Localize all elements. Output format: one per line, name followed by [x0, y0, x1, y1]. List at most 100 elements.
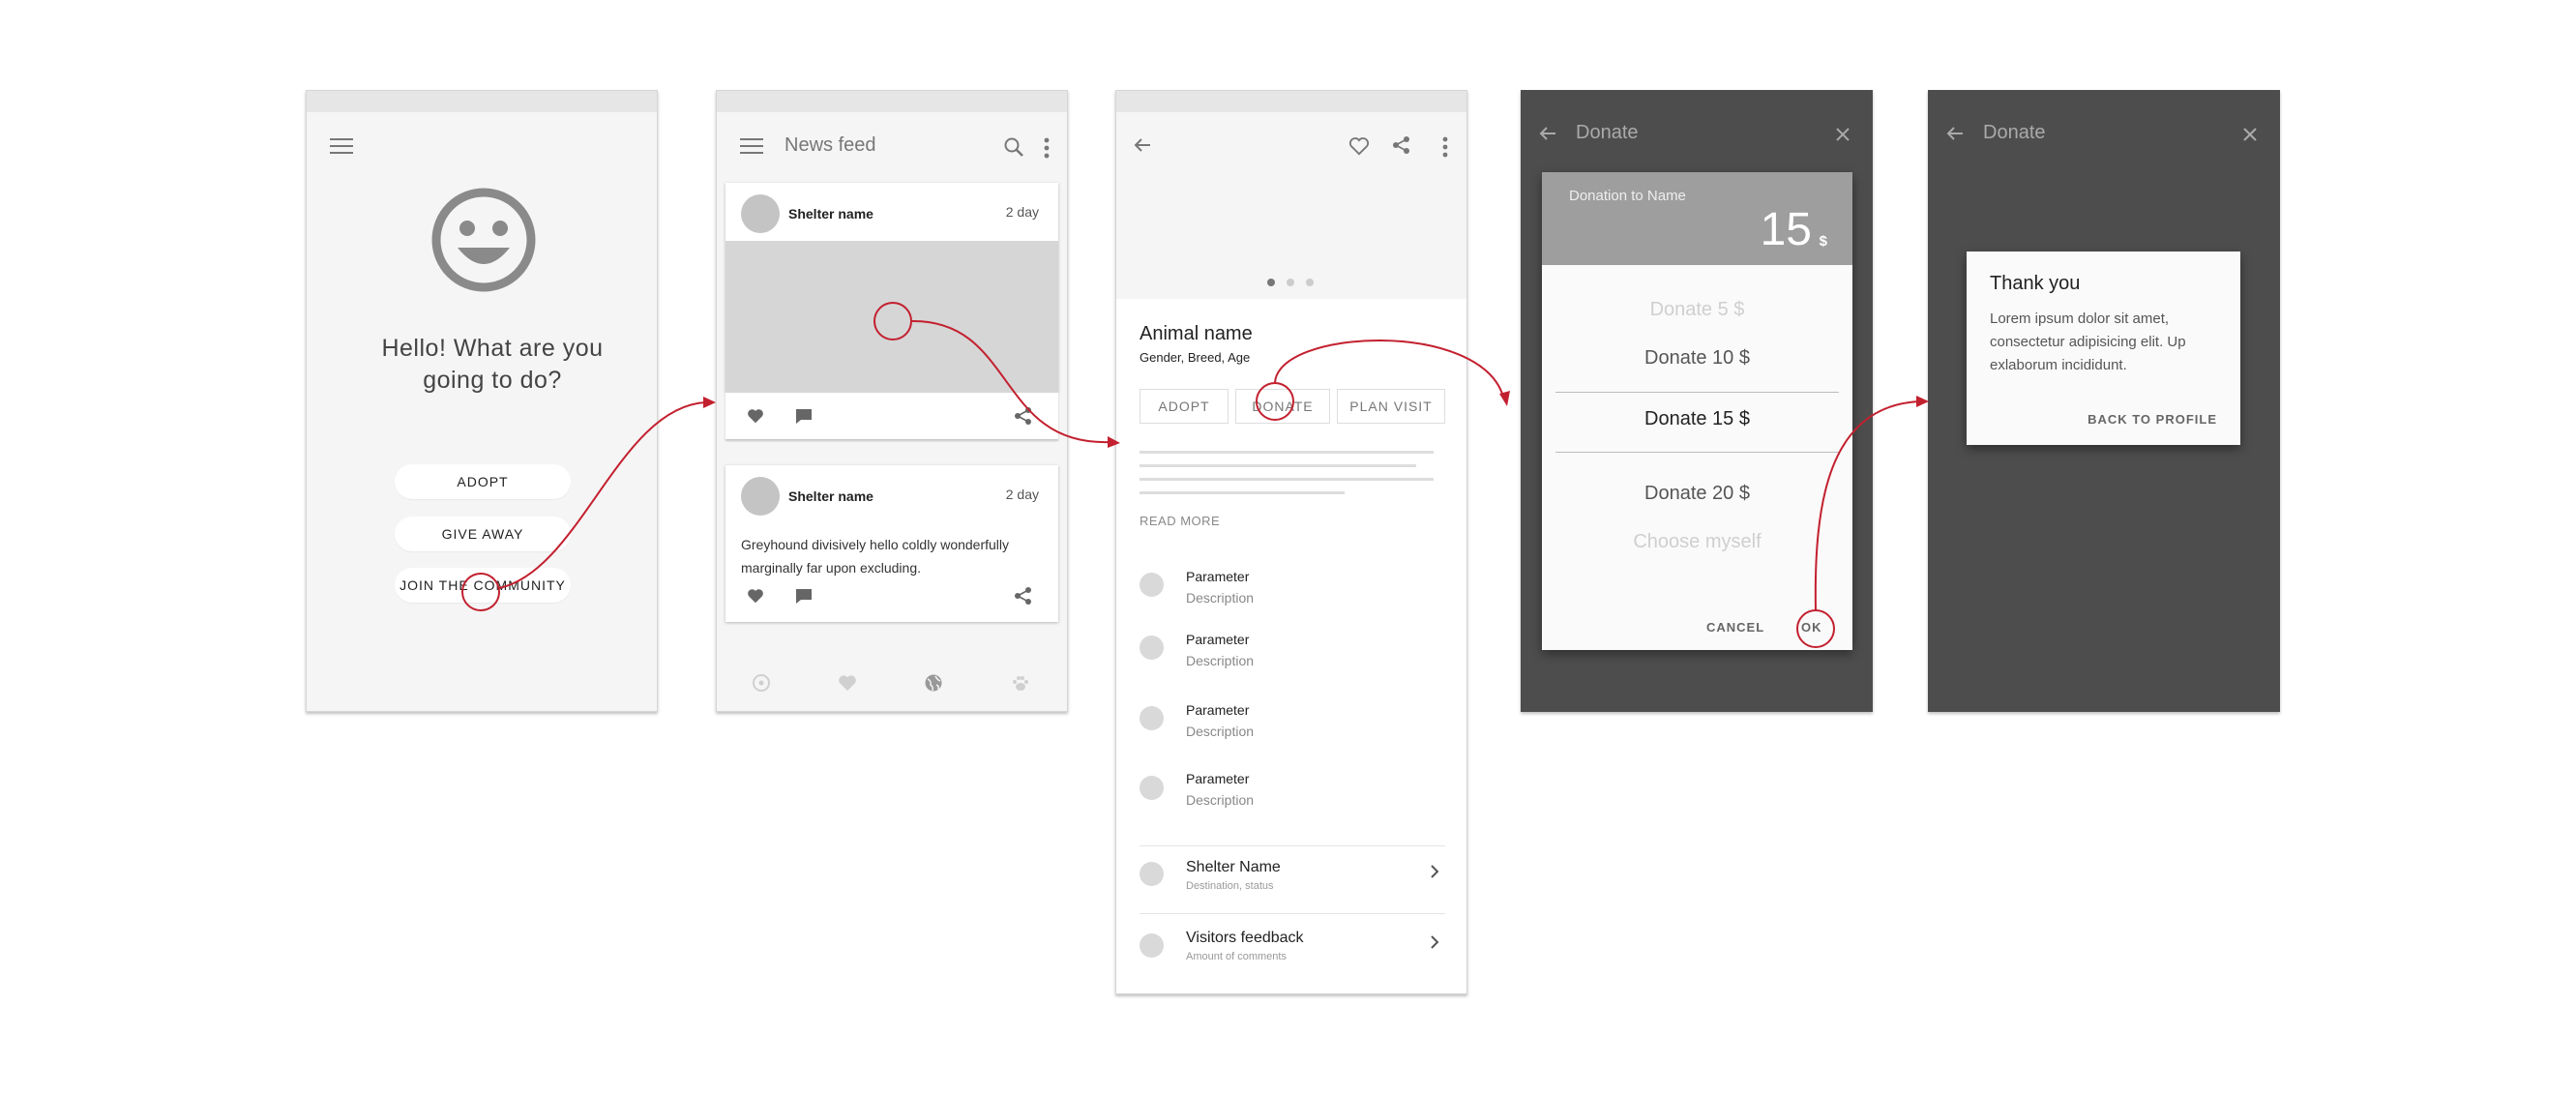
param-icon — [1140, 706, 1164, 730]
option-donate-10[interactable]: Donate 10 $ — [1542, 347, 1852, 370]
join-community-button[interactable]: JOIN THE COMMUNITY — [395, 568, 571, 603]
heart-icon[interactable] — [747, 408, 764, 424]
plan-visit-button[interactable]: PLAN VISIT — [1337, 389, 1445, 424]
carousel-dots[interactable] — [1266, 275, 1315, 292]
arrow-head — [703, 397, 716, 408]
post-age: 2 day — [1005, 487, 1039, 502]
selection-line-top — [1555, 392, 1839, 393]
screen-news-feed: News feed Shelter name 2 day Shelter nam… — [716, 90, 1068, 712]
status-bar — [717, 91, 1067, 112]
explore-icon[interactable] — [752, 673, 771, 693]
screen-animal-profile: Animal name Gender, Breed, Age ADOPT DON… — [1115, 90, 1467, 994]
screen-welcome: Hello! What are you going to do? ADOPT G… — [306, 90, 658, 712]
comment-icon[interactable] — [795, 588, 813, 605]
card-actions — [725, 393, 1058, 439]
text-line — [1140, 491, 1345, 494]
avatar — [741, 194, 780, 233]
menu-icon[interactable] — [330, 137, 353, 155]
shelter-link-row[interactable]: Shelter Name Destination, status — [1116, 846, 1466, 916]
animal-name: Animal name — [1140, 323, 1253, 344]
menu-icon[interactable] — [740, 137, 763, 155]
back-arrow-icon[interactable] — [1134, 137, 1151, 153]
arrow-head — [1499, 391, 1510, 406]
ok-button[interactable]: OK — [1801, 620, 1822, 635]
share-icon[interactable] — [1014, 406, 1033, 426]
text-line — [1140, 478, 1434, 481]
param-title: Parameter — [1186, 569, 1250, 584]
share-icon[interactable] — [1392, 135, 1411, 155]
feedback-link-sub: Amount of comments — [1186, 951, 1287, 962]
dialog-header-title: Donation to Name — [1569, 188, 1686, 204]
post-image[interactable] — [725, 241, 1058, 396]
page-title: News feed — [785, 134, 876, 156]
read-more-link[interactable]: READ MORE — [1140, 514, 1220, 528]
option-donate-5[interactable]: Donate 5 $ — [1542, 299, 1852, 321]
status-bar — [307, 91, 657, 112]
heart-outline-icon[interactable] — [1348, 136, 1370, 156]
cancel-button[interactable]: CANCEL — [1706, 620, 1764, 635]
param-title: Parameter — [1186, 632, 1250, 647]
greeting-text: Hello! What are you going to do? — [381, 335, 604, 394]
give-away-button[interactable]: GIVE AWAY — [395, 517, 571, 551]
globe-icon[interactable] — [924, 673, 943, 693]
shelter-link-title: Shelter Name — [1186, 859, 1281, 875]
donate-button[interactable]: DONATE — [1235, 389, 1330, 424]
text-line — [1140, 451, 1434, 454]
chevron-right-icon[interactable] — [1430, 934, 1439, 950]
param-desc: Description — [1186, 724, 1255, 739]
param-desc: Description — [1186, 590, 1255, 606]
back-arrow-icon[interactable] — [1946, 126, 1964, 141]
param-title: Parameter — [1186, 702, 1250, 718]
favorite-icon[interactable] — [838, 674, 857, 692]
option-donate-20[interactable]: Donate 20 $ — [1542, 483, 1852, 505]
feedback-link-row[interactable]: Visitors feedback Amount of comments — [1116, 914, 1466, 984]
param-icon — [1140, 776, 1164, 800]
param-desc: Description — [1186, 792, 1255, 808]
param-icon — [1140, 573, 1164, 597]
description-text — [1140, 451, 1439, 509]
status-bar — [1116, 91, 1466, 112]
avatar — [741, 477, 780, 516]
screen-thank-you: Donate Thank you Lorem ipsum dolor sit a… — [1928, 90, 2280, 712]
comment-icon[interactable] — [795, 408, 813, 425]
option-choose-myself[interactable]: Choose myself — [1542, 531, 1852, 553]
dialog-title: Thank you — [1990, 273, 2081, 294]
heart-icon[interactable] — [747, 588, 764, 604]
adopt-button[interactable]: ADOPT — [1140, 389, 1229, 424]
feedback-link-title: Visitors feedback — [1186, 930, 1304, 946]
post-text: Greyhound divisively hello coldly wonder… — [741, 537, 1010, 576]
close-icon[interactable] — [1835, 127, 1851, 142]
thank-you-dialog: Thank you Lorem ipsum dolor sit amet, co… — [1967, 251, 2240, 445]
selection-line-bottom — [1555, 452, 1839, 453]
post-age: 2 day — [1005, 204, 1039, 220]
screen-donate: Donate Donation to Name 15 $ Donate 5 $ … — [1521, 90, 1873, 712]
param-icon — [1140, 636, 1164, 660]
feed-card[interactable]: Shelter name 2 day — [725, 183, 1058, 396]
chevron-right-icon[interactable] — [1430, 864, 1439, 879]
search-icon[interactable] — [1003, 136, 1024, 158]
dialog-text: Lorem ipsum dolor sit amet, consectetur … — [1990, 310, 2186, 373]
page-title: Donate — [1983, 122, 2046, 143]
currency-symbol: $ — [1819, 233, 1827, 250]
adopt-button[interactable]: ADOPT — [395, 464, 571, 499]
back-to-profile-button[interactable]: BACK TO PROFILE — [2087, 412, 2217, 427]
animal-subtitle: Gender, Breed, Age — [1140, 350, 1251, 365]
param-desc: Description — [1186, 653, 1255, 668]
share-icon[interactable] — [1014, 586, 1033, 606]
paw-icon[interactable] — [1011, 673, 1030, 693]
back-arrow-icon[interactable] — [1539, 126, 1556, 141]
shelter-name[interactable]: Shelter name — [788, 206, 873, 222]
shelter-avatar — [1140, 862, 1164, 886]
amount-value: 15 — [1760, 204, 1812, 255]
more-vert-icon[interactable] — [1044, 137, 1050, 159]
param-title: Parameter — [1186, 771, 1250, 786]
close-icon[interactable] — [2242, 127, 2258, 142]
dialog-header: Donation to Name 15 $ — [1542, 172, 1852, 265]
option-donate-15[interactable]: Donate 15 $ — [1542, 408, 1852, 430]
feed-card[interactable]: Shelter name 2 day Greyhound divisively … — [725, 465, 1058, 622]
smiley-icon — [431, 188, 536, 292]
page-title: Donate — [1576, 122, 1639, 143]
more-vert-icon[interactable] — [1442, 136, 1448, 158]
shelter-name[interactable]: Shelter name — [788, 488, 873, 504]
shelter-link-sub: Destination, status — [1186, 880, 1274, 892]
